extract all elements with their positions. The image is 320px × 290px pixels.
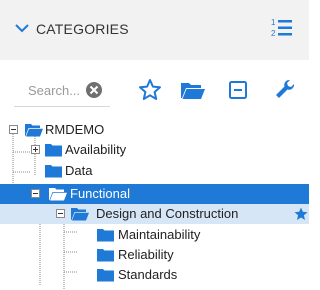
folder-open-icon: [71, 208, 89, 221]
folder-open-icon[interactable]: [180, 78, 206, 102]
categories-header[interactable]: CATEGORIES 1 2: [0, 0, 309, 61]
tree-node-reliability[interactable]: Reliability: [0, 245, 309, 265]
tree-node-data[interactable]: Data: [0, 161, 309, 181]
tree-node-label: Reliability: [118, 247, 174, 262]
tree-node-design-and-construction[interactable]: Design and Construction: [0, 204, 309, 224]
tree-node-label: Availability: [65, 142, 127, 157]
folder-icon: [45, 165, 62, 178]
tree-node-functional[interactable]: Functional: [0, 184, 309, 204]
svg-text:2: 2: [271, 29, 276, 38]
tree-node-label: Functional: [70, 186, 130, 201]
search-input[interactable]: [28, 80, 84, 100]
tree-node-label: Data: [65, 163, 93, 178]
folder-icon: [45, 144, 62, 157]
tree-node-maintainability[interactable]: Maintainability: [0, 225, 309, 245]
tree-node-standards[interactable]: Standards: [0, 265, 309, 285]
numbered-list-icon[interactable]: 1 2: [270, 17, 294, 39]
tree-node-label: Standards: [118, 267, 178, 282]
category-tree: RMDEMO Availability Data Functional Desi…: [0, 118, 309, 290]
wrench-icon[interactable]: [274, 78, 296, 102]
tree-node-label: Maintainability: [118, 227, 201, 242]
tree-node-label: RMDEMO: [45, 122, 105, 137]
folder-open-icon: [25, 124, 43, 137]
folder-icon: [97, 269, 114, 282]
chevron-down-icon[interactable]: [14, 22, 30, 34]
collapse-toggle-icon[interactable]: [31, 189, 40, 198]
folder-icon: [97, 229, 114, 242]
star-icon[interactable]: [138, 78, 162, 102]
folder-icon: [97, 249, 114, 262]
expand-toggle-icon[interactable]: [31, 145, 40, 154]
collapse-toggle-icon[interactable]: [9, 125, 18, 134]
tree-node-availability[interactable]: Availability: [0, 140, 309, 160]
search-underline: [14, 106, 110, 107]
folder-open-icon: [49, 188, 67, 201]
clear-search-icon[interactable]: [85, 81, 103, 99]
collapse-all-icon[interactable]: [228, 78, 248, 102]
collapse-toggle-icon[interactable]: [56, 209, 65, 218]
panel-title: CATEGORIES: [36, 21, 129, 37]
svg-text:1: 1: [271, 18, 276, 27]
tree-node-label: Design and Construction: [96, 206, 239, 221]
star-icon[interactable]: [294, 207, 308, 221]
search-box: [14, 80, 110, 107]
tree-node-rmdemo[interactable]: RMDEMO: [0, 120, 309, 140]
